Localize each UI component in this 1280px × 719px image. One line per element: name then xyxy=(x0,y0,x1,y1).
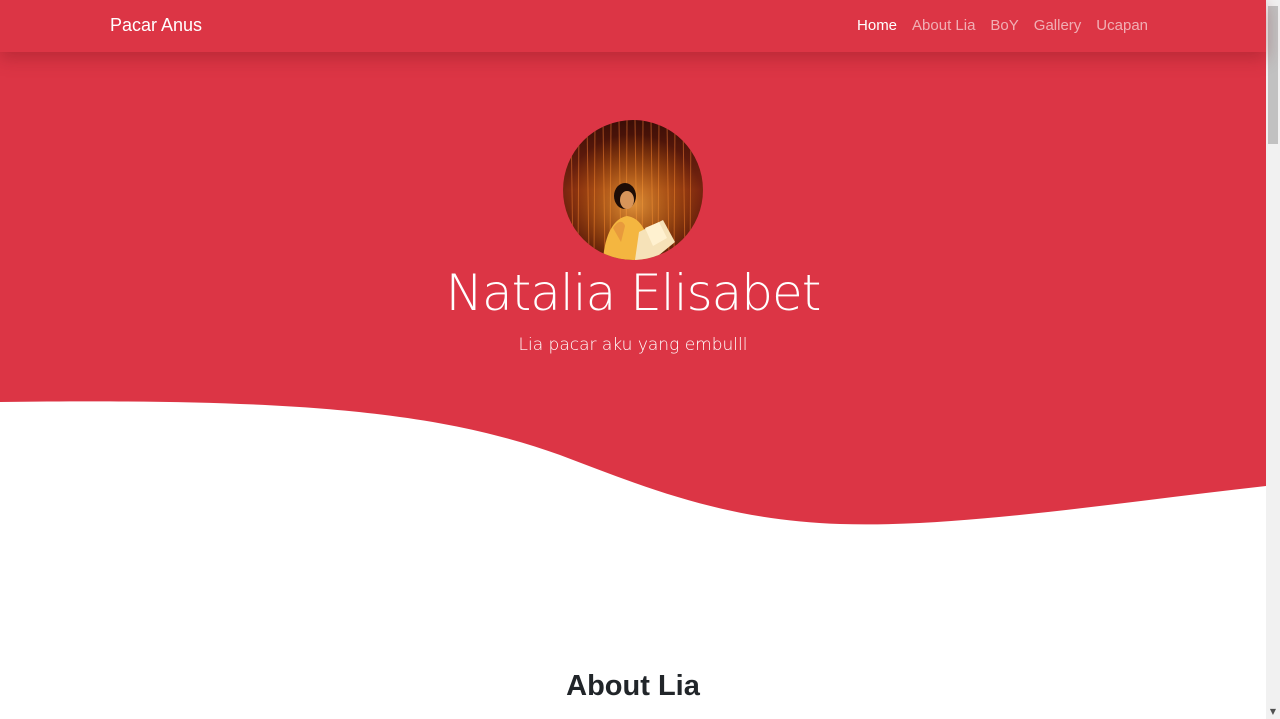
top-navbar: Pacar Anus Home About Lia BoY Gallery Uc… xyxy=(0,0,1266,52)
nav-link-gallery[interactable]: Gallery xyxy=(1034,17,1082,34)
nav-link-home[interactable]: Home xyxy=(857,17,897,34)
about-section-title: About Lia xyxy=(566,670,700,702)
profile-avatar xyxy=(563,120,703,260)
vertical-scrollbar[interactable]: ▼ xyxy=(1266,0,1280,719)
page: Natalia Elisabet Lia pacar aku yang embu… xyxy=(0,0,1280,719)
hero-title: Natalia Elisabet xyxy=(445,264,822,322)
nav-link-ucapan[interactable]: Ucapan xyxy=(1096,17,1148,34)
scrollbar-thumb[interactable] xyxy=(1268,6,1278,144)
nav-link-boy[interactable]: BoY xyxy=(990,17,1018,34)
nav-link-about-lia[interactable]: About Lia xyxy=(912,17,975,34)
navbar-links: Home About Lia BoY Gallery Ucapan xyxy=(857,17,1148,34)
hero-section: Natalia Elisabet Lia pacar aku yang embu… xyxy=(0,0,1266,540)
hero-subtitle: Lia pacar aku yang embulll xyxy=(518,335,748,355)
scroll-down-arrow-icon[interactable]: ▼ xyxy=(1268,707,1278,717)
navbar-brand[interactable]: Pacar Anus xyxy=(110,15,202,36)
profile-photo xyxy=(563,120,703,260)
